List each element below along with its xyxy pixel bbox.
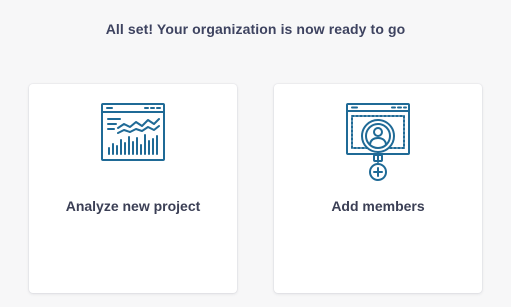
add-members-card[interactable]: Add members <box>274 84 482 293</box>
analyze-new-project-card[interactable]: Analyze new project <box>29 84 237 293</box>
add-members-label: Add members <box>331 198 425 214</box>
add-member-icon <box>274 102 482 181</box>
analyze-new-project-label: Analyze new project <box>65 198 201 214</box>
analytics-chart-icon <box>29 102 237 168</box>
page-title: All set! Your organization is now ready … <box>105 21 406 37</box>
